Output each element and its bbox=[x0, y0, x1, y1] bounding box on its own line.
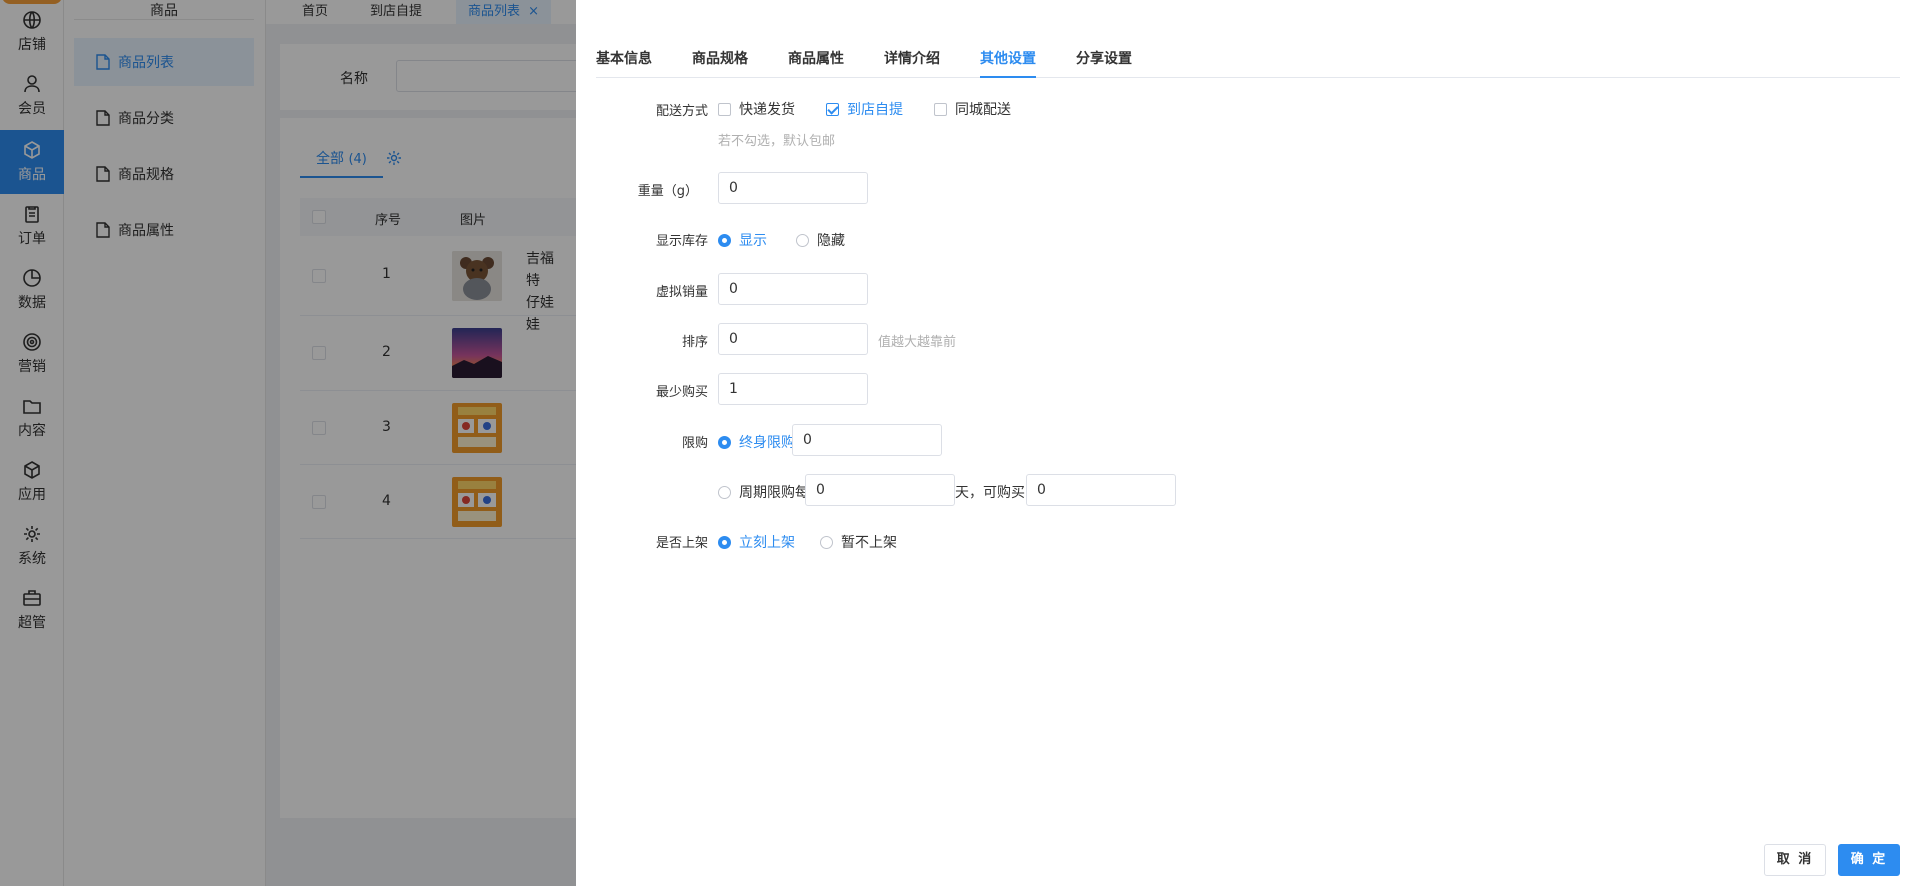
limit-lifetime-radio[interactable]: 终身限购 bbox=[718, 432, 795, 452]
drawer-tabs: 基本信息 商品规格 商品属性 详情介绍 其他设置 分享设置 bbox=[596, 36, 1900, 78]
confirm-button[interactable]: 确 定 bbox=[1838, 844, 1900, 876]
delivery-label: 配送方式 bbox=[655, 104, 708, 119]
virtual-sales-input[interactable] bbox=[718, 273, 868, 305]
delivery-local-checkbox[interactable]: 同城配送 bbox=[934, 99, 1011, 119]
checkbox-label: 到店自提 bbox=[847, 102, 903, 118]
sort-hint: 值越大越靠前 bbox=[878, 335, 957, 350]
radio-label: 显示 bbox=[739, 233, 767, 249]
delivery-express-checkbox[interactable]: 快递发货 bbox=[718, 99, 795, 119]
limit-label: 限购 bbox=[681, 436, 708, 451]
radio-label: 终身限购 bbox=[739, 435, 795, 451]
show-stock-hide-radio[interactable]: 隐藏 bbox=[796, 230, 845, 250]
radio-dot bbox=[718, 233, 731, 247]
radio-dot bbox=[718, 435, 731, 449]
show-stock-label: 显示库存 bbox=[655, 234, 708, 249]
checkbox-label: 快递发货 bbox=[739, 102, 795, 118]
radio-dot bbox=[718, 535, 731, 549]
on-shelf-now-radio[interactable]: 立刻上架 bbox=[718, 532, 795, 552]
delivery-hint: 若不勾选，默认包邮 bbox=[718, 134, 836, 149]
delivery-pickup-checkbox[interactable]: 到店自提 bbox=[826, 99, 903, 119]
limit-period-qty-input[interactable] bbox=[1026, 474, 1176, 506]
weight-label: 重量（g） bbox=[637, 184, 698, 199]
checkbox-box bbox=[826, 102, 839, 116]
tab-share-settings[interactable]: 分享设置 bbox=[1076, 48, 1132, 78]
sort-label: 排序 bbox=[681, 335, 708, 350]
radio-label: 周期限购每 bbox=[739, 485, 809, 501]
radio-dot bbox=[820, 535, 833, 549]
min-buy-label: 最少购买 bbox=[655, 385, 708, 400]
weight-input[interactable] bbox=[718, 172, 868, 204]
radio-label: 隐藏 bbox=[817, 233, 845, 249]
limit-period-unit: 天，可购买 bbox=[955, 485, 1025, 501]
radio-label: 立刻上架 bbox=[739, 535, 795, 551]
tab-basic-info[interactable]: 基本信息 bbox=[596, 48, 652, 78]
limit-period-days-input[interactable] bbox=[805, 474, 955, 506]
tab-spec[interactable]: 商品规格 bbox=[692, 48, 748, 78]
checkbox-label: 同城配送 bbox=[955, 102, 1011, 118]
tab-attributes[interactable]: 商品属性 bbox=[788, 48, 844, 78]
checkbox-box bbox=[934, 102, 947, 116]
tab-detail[interactable]: 详情介绍 bbox=[884, 48, 940, 78]
checkbox-box bbox=[718, 102, 731, 116]
virtual-sales-label: 虚拟销量 bbox=[655, 285, 708, 300]
on-shelf-later-radio[interactable]: 暂不上架 bbox=[820, 532, 897, 552]
radio-label: 暂不上架 bbox=[841, 535, 897, 551]
min-buy-input[interactable] bbox=[718, 373, 868, 405]
cancel-button[interactable]: 取 消 bbox=[1764, 844, 1826, 876]
sort-input[interactable] bbox=[718, 323, 868, 355]
limit-period-radio[interactable]: 周期限购每 bbox=[718, 482, 809, 502]
on-shelf-label: 是否上架 bbox=[655, 536, 708, 551]
edit-goods-drawer: 基本信息 商品规格 商品属性 详情介绍 其他设置 分享设置 配送方式 快递发货 … bbox=[576, 0, 1920, 886]
radio-dot bbox=[796, 233, 809, 247]
limit-lifetime-input[interactable] bbox=[792, 424, 942, 456]
show-stock-show-radio[interactable]: 显示 bbox=[718, 230, 767, 250]
tab-other-settings[interactable]: 其他设置 bbox=[980, 48, 1036, 78]
radio-dot bbox=[718, 485, 731, 499]
